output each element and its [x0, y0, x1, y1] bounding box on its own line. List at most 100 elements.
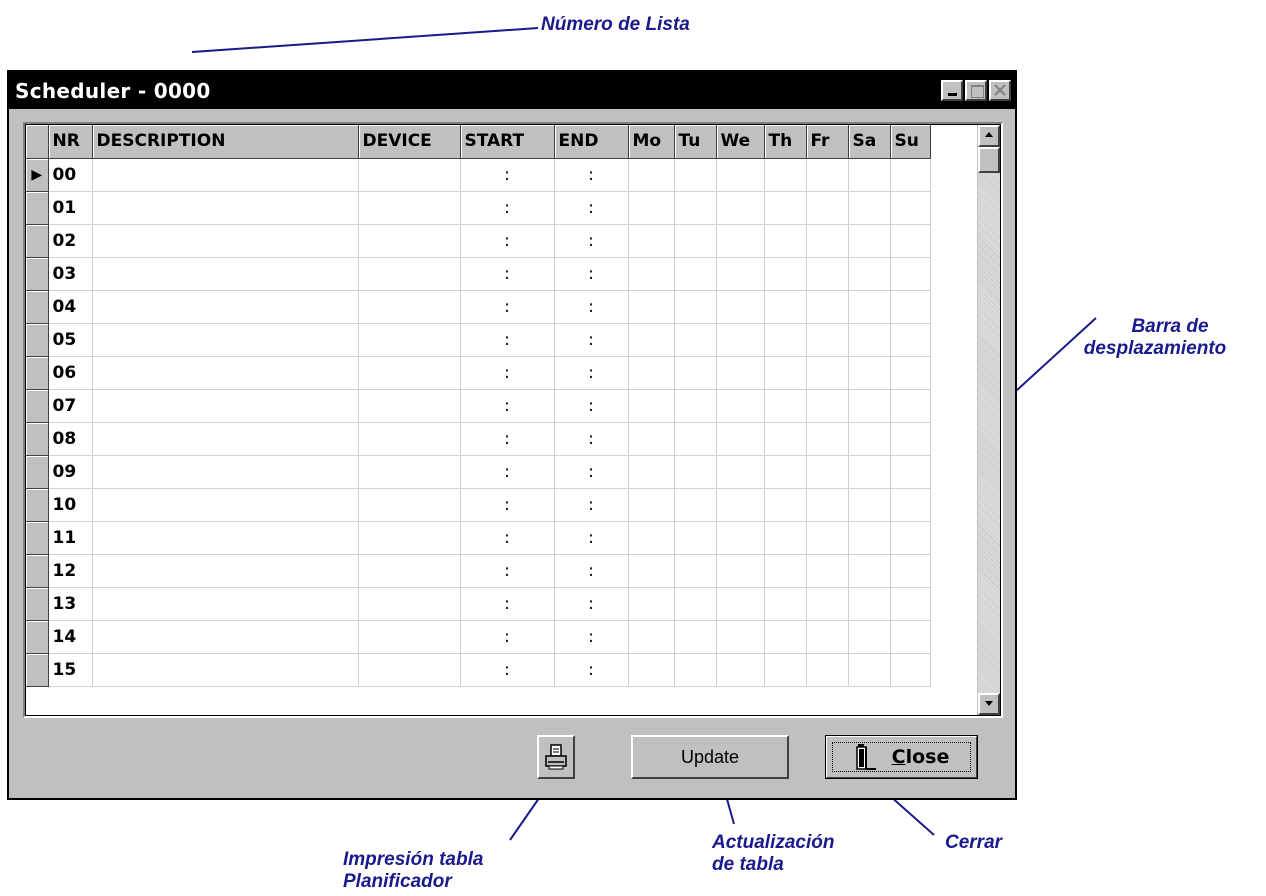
cell-mo[interactable] [628, 455, 675, 489]
cell-description[interactable] [92, 422, 359, 456]
cell-su[interactable] [890, 455, 931, 489]
column-header-nr[interactable]: NR [48, 125, 93, 159]
cell-start[interactable]: : [460, 290, 555, 324]
cell-mo[interactable] [628, 356, 675, 390]
cell-mo[interactable] [628, 191, 675, 225]
cell-end[interactable]: : [554, 191, 629, 225]
cell-th[interactable] [764, 290, 807, 324]
cell-tu[interactable] [674, 257, 717, 291]
cell-fr[interactable] [806, 620, 849, 654]
cell-description[interactable] [92, 587, 359, 621]
column-header-su[interactable]: Su [890, 125, 931, 159]
cell-su[interactable] [890, 653, 931, 687]
cell-nr[interactable]: 00 [48, 158, 93, 192]
cell-mo[interactable] [628, 323, 675, 357]
cell-device[interactable] [358, 587, 461, 621]
cell-su[interactable] [890, 290, 931, 324]
cell-end[interactable]: : [554, 290, 629, 324]
row-selector[interactable] [26, 587, 49, 621]
cell-we[interactable] [716, 158, 765, 192]
cell-start[interactable]: : [460, 356, 555, 390]
cell-fr[interactable] [806, 554, 849, 588]
cell-device[interactable] [358, 224, 461, 258]
cell-nr[interactable]: 11 [48, 521, 93, 555]
cell-end[interactable]: : [554, 620, 629, 654]
table-row[interactable]: 12:: [26, 554, 931, 588]
cell-we[interactable] [716, 488, 765, 522]
cell-mo[interactable] [628, 389, 675, 423]
cell-description[interactable] [92, 323, 359, 357]
table-row[interactable]: ▶ 00:: [26, 158, 931, 192]
minimize-button[interactable] [941, 80, 963, 101]
cell-fr[interactable] [806, 389, 849, 423]
cell-su[interactable] [890, 389, 931, 423]
cell-mo[interactable] [628, 422, 675, 456]
cell-device[interactable] [358, 521, 461, 555]
cell-start[interactable]: : [460, 158, 555, 192]
table-row[interactable]: 09:: [26, 455, 931, 489]
table-row[interactable]: 01:: [26, 191, 931, 225]
cell-nr[interactable]: 04 [48, 290, 93, 324]
cell-th[interactable] [764, 521, 807, 555]
cell-sa[interactable] [848, 323, 891, 357]
cell-we[interactable] [716, 521, 765, 555]
current-row-indicator[interactable]: ▶ [26, 158, 49, 192]
column-header-th[interactable]: Th [764, 125, 807, 159]
cell-su[interactable] [890, 488, 931, 522]
cell-start[interactable]: : [460, 224, 555, 258]
update-button[interactable]: Update [631, 735, 789, 779]
cell-nr[interactable]: 08 [48, 422, 93, 456]
cell-mo[interactable] [628, 587, 675, 621]
cell-we[interactable] [716, 290, 765, 324]
cell-start[interactable]: : [460, 653, 555, 687]
cell-device[interactable] [358, 191, 461, 225]
cell-th[interactable] [764, 455, 807, 489]
cell-mo[interactable] [628, 224, 675, 258]
cell-description[interactable] [92, 521, 359, 555]
row-selector[interactable] [26, 455, 49, 489]
cell-sa[interactable] [848, 422, 891, 456]
table-row[interactable]: 02:: [26, 224, 931, 258]
cell-we[interactable] [716, 356, 765, 390]
cell-end[interactable]: : [554, 587, 629, 621]
cell-fr[interactable] [806, 191, 849, 225]
row-selector[interactable] [26, 356, 49, 390]
cell-sa[interactable] [848, 620, 891, 654]
cell-fr[interactable] [806, 455, 849, 489]
row-selector[interactable] [26, 290, 49, 324]
cell-tu[interactable] [674, 224, 717, 258]
column-header-device[interactable]: DEVICE [358, 125, 461, 159]
row-selector[interactable] [26, 488, 49, 522]
cell-device[interactable] [358, 389, 461, 423]
cell-fr[interactable] [806, 158, 849, 192]
cell-mo[interactable] [628, 554, 675, 588]
cell-description[interactable] [92, 488, 359, 522]
cell-nr[interactable]: 09 [48, 455, 93, 489]
cell-fr[interactable] [806, 257, 849, 291]
cell-description[interactable] [92, 290, 359, 324]
cell-tu[interactable] [674, 521, 717, 555]
cell-su[interactable] [890, 224, 931, 258]
cell-tu[interactable] [674, 587, 717, 621]
cell-description[interactable] [92, 356, 359, 390]
cell-we[interactable] [716, 620, 765, 654]
cell-start[interactable]: : [460, 620, 555, 654]
table-row[interactable]: 07:: [26, 389, 931, 423]
cell-nr[interactable]: 13 [48, 587, 93, 621]
scroll-thumb[interactable] [978, 147, 1000, 173]
cell-su[interactable] [890, 620, 931, 654]
row-selector[interactable] [26, 422, 49, 456]
cell-end[interactable]: : [554, 653, 629, 687]
cell-we[interactable] [716, 191, 765, 225]
cell-fr[interactable] [806, 323, 849, 357]
cell-device[interactable] [358, 323, 461, 357]
cell-fr[interactable] [806, 488, 849, 522]
cell-su[interactable] [890, 521, 931, 555]
row-selector[interactable] [26, 389, 49, 423]
cell-th[interactable] [764, 488, 807, 522]
table-row[interactable]: 05:: [26, 323, 931, 357]
print-button[interactable] [537, 735, 575, 779]
cell-tu[interactable] [674, 389, 717, 423]
cell-we[interactable] [716, 422, 765, 456]
cell-nr[interactable]: 10 [48, 488, 93, 522]
